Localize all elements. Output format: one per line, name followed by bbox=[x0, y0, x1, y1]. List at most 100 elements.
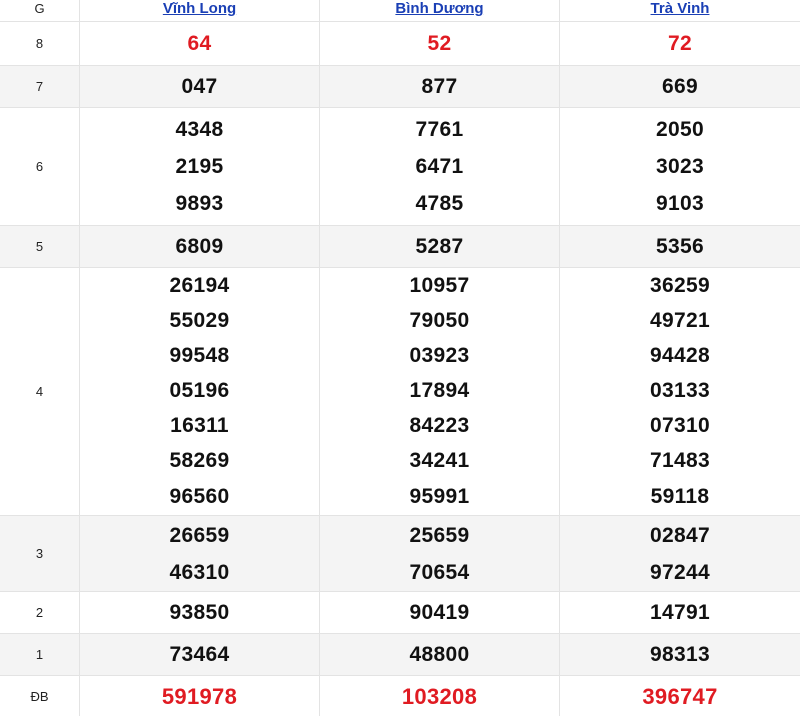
result-number: 52 bbox=[427, 32, 452, 55]
province-link-vinh-long[interactable]: Vĩnh Long bbox=[163, 0, 236, 17]
special-result-number: 396747 bbox=[642, 683, 718, 709]
result-cell: 877 bbox=[320, 66, 560, 107]
result-number: 79050 bbox=[409, 309, 470, 333]
result-cell: 64 bbox=[80, 22, 320, 65]
result-cell: 26194 55029 99548 05196 16311 58269 9656… bbox=[80, 268, 320, 515]
result-cell: 6809 bbox=[80, 226, 320, 267]
result-number: 99548 bbox=[169, 344, 230, 368]
result-number: 97244 bbox=[650, 560, 710, 584]
result-number: 34241 bbox=[409, 449, 470, 473]
result-cell: 26659 46310 bbox=[80, 516, 320, 591]
result-number: 9893 bbox=[175, 192, 224, 215]
prize-label: ĐB bbox=[0, 676, 80, 716]
result-number: 17894 bbox=[409, 379, 470, 403]
result-number: 2050 bbox=[656, 118, 704, 141]
result-cell: 10957 79050 03923 17894 84223 34241 9599… bbox=[320, 268, 560, 515]
result-number: 5287 bbox=[415, 235, 464, 258]
prize-label: 4 bbox=[0, 268, 80, 515]
result-number: 07310 bbox=[650, 414, 710, 438]
result-number: 9103 bbox=[656, 192, 704, 215]
prize-row-special: ĐB 591978 103208 396747 bbox=[0, 676, 800, 716]
result-number: 03133 bbox=[650, 379, 710, 403]
special-result-number: 591978 bbox=[161, 683, 238, 709]
prize-row-4: 4 26194 55029 99548 05196 16311 58269 96… bbox=[0, 268, 800, 516]
prize-row-8: 8 64 52 72 bbox=[0, 22, 800, 66]
result-number: 49721 bbox=[650, 309, 710, 333]
prize-label: 2 bbox=[0, 592, 80, 633]
result-number: 98313 bbox=[650, 643, 710, 666]
province-link-binh-duong[interactable]: Bình Dương bbox=[395, 0, 483, 17]
result-cell: 02847 97244 bbox=[560, 516, 800, 591]
result-cell: 591978 bbox=[80, 676, 320, 716]
prize-row-7: 7 047 877 669 bbox=[0, 66, 800, 108]
result-number: 25659 bbox=[409, 523, 470, 547]
result-number: 95991 bbox=[409, 484, 470, 508]
result-number: 877 bbox=[421, 75, 458, 98]
result-number: 6471 bbox=[415, 155, 464, 178]
result-cell: 93850 bbox=[80, 592, 320, 633]
province-link-tra-vinh[interactable]: Trà Vinh bbox=[651, 0, 710, 17]
result-number: 48800 bbox=[409, 643, 470, 666]
table-header: G Vĩnh Long Bình Dương Trà Vinh bbox=[0, 0, 800, 22]
result-number: 73464 bbox=[169, 643, 230, 666]
province-header-binh-duong: Bình Dương bbox=[320, 0, 560, 21]
result-number: 36259 bbox=[650, 274, 710, 297]
prize-label: 6 bbox=[0, 108, 80, 225]
prize-label: 3 bbox=[0, 516, 80, 591]
result-number: 05196 bbox=[169, 379, 230, 403]
province-header-vinh-long: Vĩnh Long bbox=[80, 0, 320, 21]
prize-row-5: 5 6809 5287 5356 bbox=[0, 226, 800, 268]
result-cell: 52 bbox=[320, 22, 560, 65]
result-number: 59118 bbox=[650, 484, 710, 508]
result-number: 64 bbox=[187, 32, 212, 55]
result-cell: 669 bbox=[560, 66, 800, 107]
result-number: 96560 bbox=[169, 484, 230, 508]
result-cell: 103208 bbox=[320, 676, 560, 716]
result-number: 46310 bbox=[169, 560, 230, 584]
result-number: 94428 bbox=[650, 344, 710, 368]
result-number: 58269 bbox=[169, 449, 230, 473]
result-number: 7761 bbox=[415, 118, 464, 141]
result-number: 03923 bbox=[409, 344, 470, 368]
result-number: 84223 bbox=[409, 414, 470, 438]
result-number: 02847 bbox=[650, 523, 710, 547]
result-cell: 48800 bbox=[320, 634, 560, 675]
result-cell: 047 bbox=[80, 66, 320, 107]
result-cell: 396747 bbox=[560, 676, 800, 716]
prize-column-header: G bbox=[0, 0, 80, 21]
result-cell: 4348 2195 9893 bbox=[80, 108, 320, 225]
prize-row-2: 2 93850 90419 14791 bbox=[0, 592, 800, 634]
result-cell: 5287 bbox=[320, 226, 560, 267]
result-number: 5356 bbox=[656, 235, 704, 258]
prize-row-1: 1 73464 48800 98313 bbox=[0, 634, 800, 676]
prize-row-3: 3 26659 46310 25659 70654 02847 97244 bbox=[0, 516, 800, 592]
prize-label: 5 bbox=[0, 226, 80, 267]
prize-label: 1 bbox=[0, 634, 80, 675]
result-number: 4348 bbox=[175, 118, 224, 141]
result-number: 26194 bbox=[169, 274, 230, 297]
result-number: 4785 bbox=[415, 192, 464, 215]
result-number: 71483 bbox=[650, 449, 710, 473]
result-number: 55029 bbox=[169, 309, 230, 333]
result-number: 047 bbox=[181, 75, 218, 98]
prize-label: 8 bbox=[0, 22, 80, 65]
prize-row-6: 6 4348 2195 9893 7761 6471 4785 2050 302… bbox=[0, 108, 800, 226]
result-number: 3023 bbox=[656, 155, 704, 178]
result-cell: 72 bbox=[560, 22, 800, 65]
result-cell: 36259 49721 94428 03133 07310 71483 5911… bbox=[560, 268, 800, 515]
result-number: 16311 bbox=[170, 414, 229, 438]
result-number: 14791 bbox=[650, 601, 710, 624]
result-number: 90419 bbox=[409, 601, 470, 624]
result-number: 2195 bbox=[175, 155, 224, 178]
lottery-results-table: G Vĩnh Long Bình Dương Trà Vinh 8 64 52 … bbox=[0, 0, 800, 716]
result-number: 72 bbox=[668, 32, 692, 55]
result-cell: 5356 bbox=[560, 226, 800, 267]
result-number: 10957 bbox=[409, 274, 470, 297]
result-cell: 14791 bbox=[560, 592, 800, 633]
result-number: 70654 bbox=[409, 560, 470, 584]
result-cell: 73464 bbox=[80, 634, 320, 675]
result-cell: 25659 70654 bbox=[320, 516, 560, 591]
special-result-number: 103208 bbox=[401, 683, 478, 709]
province-header-tra-vinh: Trà Vinh bbox=[560, 0, 800, 21]
result-number: 93850 bbox=[169, 601, 230, 624]
